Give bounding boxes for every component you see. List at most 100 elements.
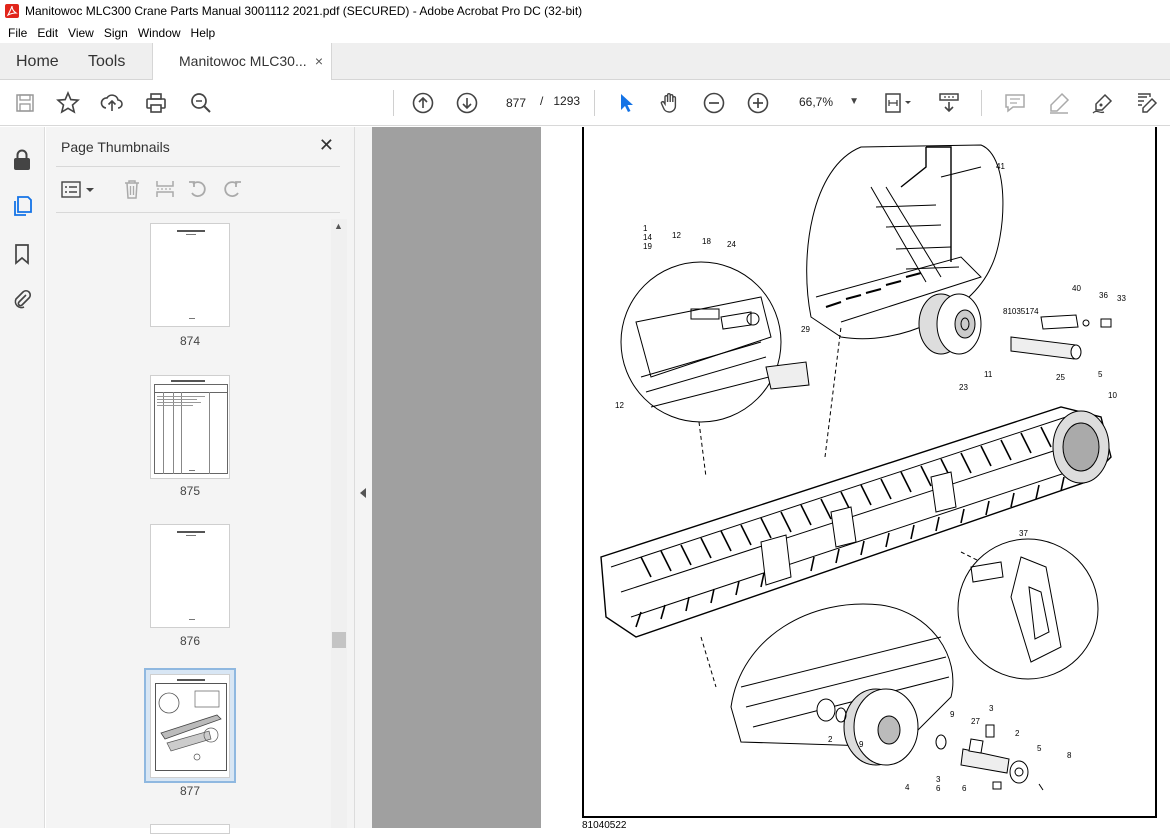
thumbnail-page-label: 876 <box>179 634 201 648</box>
callout-label: 36 <box>1099 291 1108 300</box>
zoom-search-icon[interactable] <box>188 90 214 116</box>
lock-icon[interactable] <box>11 149 33 171</box>
callout-label: 12 <box>615 401 624 410</box>
callout-label: 29 <box>801 325 810 334</box>
chevron-down-icon: ▼ <box>849 96 859 107</box>
comment-icon[interactable] <box>1002 90 1028 116</box>
callout-label: 24 <box>727 240 736 249</box>
callout-label: 5 <box>1098 370 1103 379</box>
sign-pen-icon[interactable] <box>1090 90 1116 116</box>
page-number-input[interactable]: 877 <box>497 90 535 114</box>
page-thumbnail-selected[interactable] <box>150 674 230 778</box>
panel-divider <box>56 166 340 167</box>
rotate-clockwise-icon[interactable] <box>221 178 243 200</box>
tab-bar: Home Tools Manitowoc MLC30... × <box>0 43 1170 81</box>
page-thumbnail[interactable] <box>150 824 230 834</box>
menu-bar: File Edit View Sign Window Help <box>0 22 1170 43</box>
callout-label: 1 <box>643 224 648 233</box>
scroll-up-icon[interactable]: ▲ <box>334 221 343 231</box>
page-thumbnail[interactable] <box>150 375 230 479</box>
scroll-mode-icon[interactable] <box>936 90 962 116</box>
bookmark-star-icon[interactable] <box>55 90 81 116</box>
callout-label: 41 <box>996 162 1005 171</box>
zoom-in-icon[interactable] <box>745 90 771 116</box>
rotate-counterclockwise-icon[interactable] <box>187 178 209 200</box>
tab-document-label: Manitowoc MLC30... <box>179 53 307 69</box>
callout-label: 4 <box>905 783 910 792</box>
title-bar: Manitowoc MLC300 Crane Parts Manual 3001… <box>0 0 1170 22</box>
save-icon[interactable] <box>12 90 38 116</box>
menu-window[interactable]: Window <box>138 26 181 40</box>
extract-pages-icon[interactable] <box>154 178 176 200</box>
callout-label: 25 <box>1056 373 1065 382</box>
thumbnails-scrollbar[interactable]: ▲ <box>331 219 347 828</box>
tab-home[interactable]: Home <box>16 43 59 80</box>
upload-share-icon[interactable] <box>99 90 125 116</box>
panel-splitter[interactable] <box>354 127 372 828</box>
toolbar-separator <box>981 90 982 116</box>
callout-label: 33 <box>1117 294 1126 303</box>
callout-label: 3 <box>936 775 941 784</box>
callout-label: 2 <box>1015 729 1020 738</box>
tab-tools[interactable]: Tools <box>88 43 125 80</box>
thumbnail-options-icon[interactable] <box>61 180 97 200</box>
tab-document[interactable]: Manitowoc MLC30... × <box>152 43 332 81</box>
document-viewport[interactable]: 1 14 19 12 18 24 41 40 36 33 81035174 29… <box>372 127 1170 831</box>
callout-label: 81035174 <box>1003 307 1039 316</box>
panel-title: Page Thumbnails <box>61 139 170 155</box>
page-thumbnail[interactable] <box>150 524 230 628</box>
page-separator: / <box>540 94 544 108</box>
window-title: Manitowoc MLC300 Crane Parts Manual 3001… <box>25 4 583 18</box>
highlight-pen-icon[interactable] <box>1046 90 1072 116</box>
pdf-page: 1 14 19 12 18 24 41 40 36 33 81035174 29… <box>541 127 1170 831</box>
callout-label: 5 <box>1037 744 1042 753</box>
attachments-paperclip-icon[interactable] <box>11 288 33 310</box>
toolbar-separator <box>594 90 595 116</box>
menu-file[interactable]: File <box>8 26 27 40</box>
zoom-level-value: 66,7% <box>799 95 834 109</box>
tab-close-icon[interactable]: × <box>315 43 323 80</box>
select-arrow-icon[interactable] <box>613 90 639 116</box>
callout-label: 8 <box>1067 751 1072 760</box>
menu-edit[interactable]: Edit <box>37 26 58 40</box>
bookmarks-icon[interactable] <box>11 243 33 265</box>
delete-page-icon[interactable] <box>121 178 143 200</box>
callout-label: 23 <box>959 383 968 392</box>
callout-label: 14 <box>643 233 652 242</box>
acrobat-app-icon <box>5 4 19 18</box>
callout-label: 40 <box>1072 284 1081 293</box>
print-icon[interactable] <box>143 90 169 116</box>
callout-label: 27 <box>971 717 980 726</box>
edit-pdf-icon[interactable] <box>1133 90 1159 116</box>
previous-page-icon[interactable] <box>410 90 436 116</box>
thumbnail-page-label: 874 <box>179 334 201 348</box>
callout-label: 19 <box>643 242 652 251</box>
menu-sign[interactable]: Sign <box>104 26 128 40</box>
panel-divider <box>56 212 340 213</box>
collapse-panel-arrow-icon[interactable] <box>359 487 367 499</box>
menu-help[interactable]: Help <box>191 26 216 40</box>
callout-label: 18 <box>702 237 711 246</box>
callout-label: 9 <box>859 740 864 749</box>
zoom-level-dropdown[interactable]: 66,7% ▼ <box>791 90 863 114</box>
thumbnail-page-label: 875 <box>179 484 201 498</box>
callout-label: 10 <box>1108 391 1117 400</box>
callout-label: 37 <box>1019 529 1028 538</box>
toolbar-separator <box>393 90 394 116</box>
drawing-number: 81040522 <box>582 820 627 831</box>
callout-label: 6 <box>962 784 967 793</box>
zoom-out-icon[interactable] <box>701 90 727 116</box>
next-page-icon[interactable] <box>454 90 480 116</box>
page-fit-dropdown-icon[interactable] <box>882 90 916 116</box>
page-thumbnail[interactable] <box>150 223 230 327</box>
menu-view[interactable]: View <box>68 26 94 40</box>
callout-label: 2 <box>828 735 833 744</box>
panel-close-icon[interactable]: ✕ <box>319 135 334 156</box>
callout-label: 9 <box>950 710 955 719</box>
page-thumbnails-icon[interactable] <box>11 195 33 217</box>
hand-pan-icon[interactable] <box>657 90 683 116</box>
callout-label: 3 <box>989 704 994 713</box>
page-total: / 1293 <box>540 94 580 108</box>
page-thumbnails-panel: Page Thumbnails ✕ 874 875 876 877 <box>46 127 354 834</box>
scrollbar-thumb[interactable] <box>332 632 346 648</box>
